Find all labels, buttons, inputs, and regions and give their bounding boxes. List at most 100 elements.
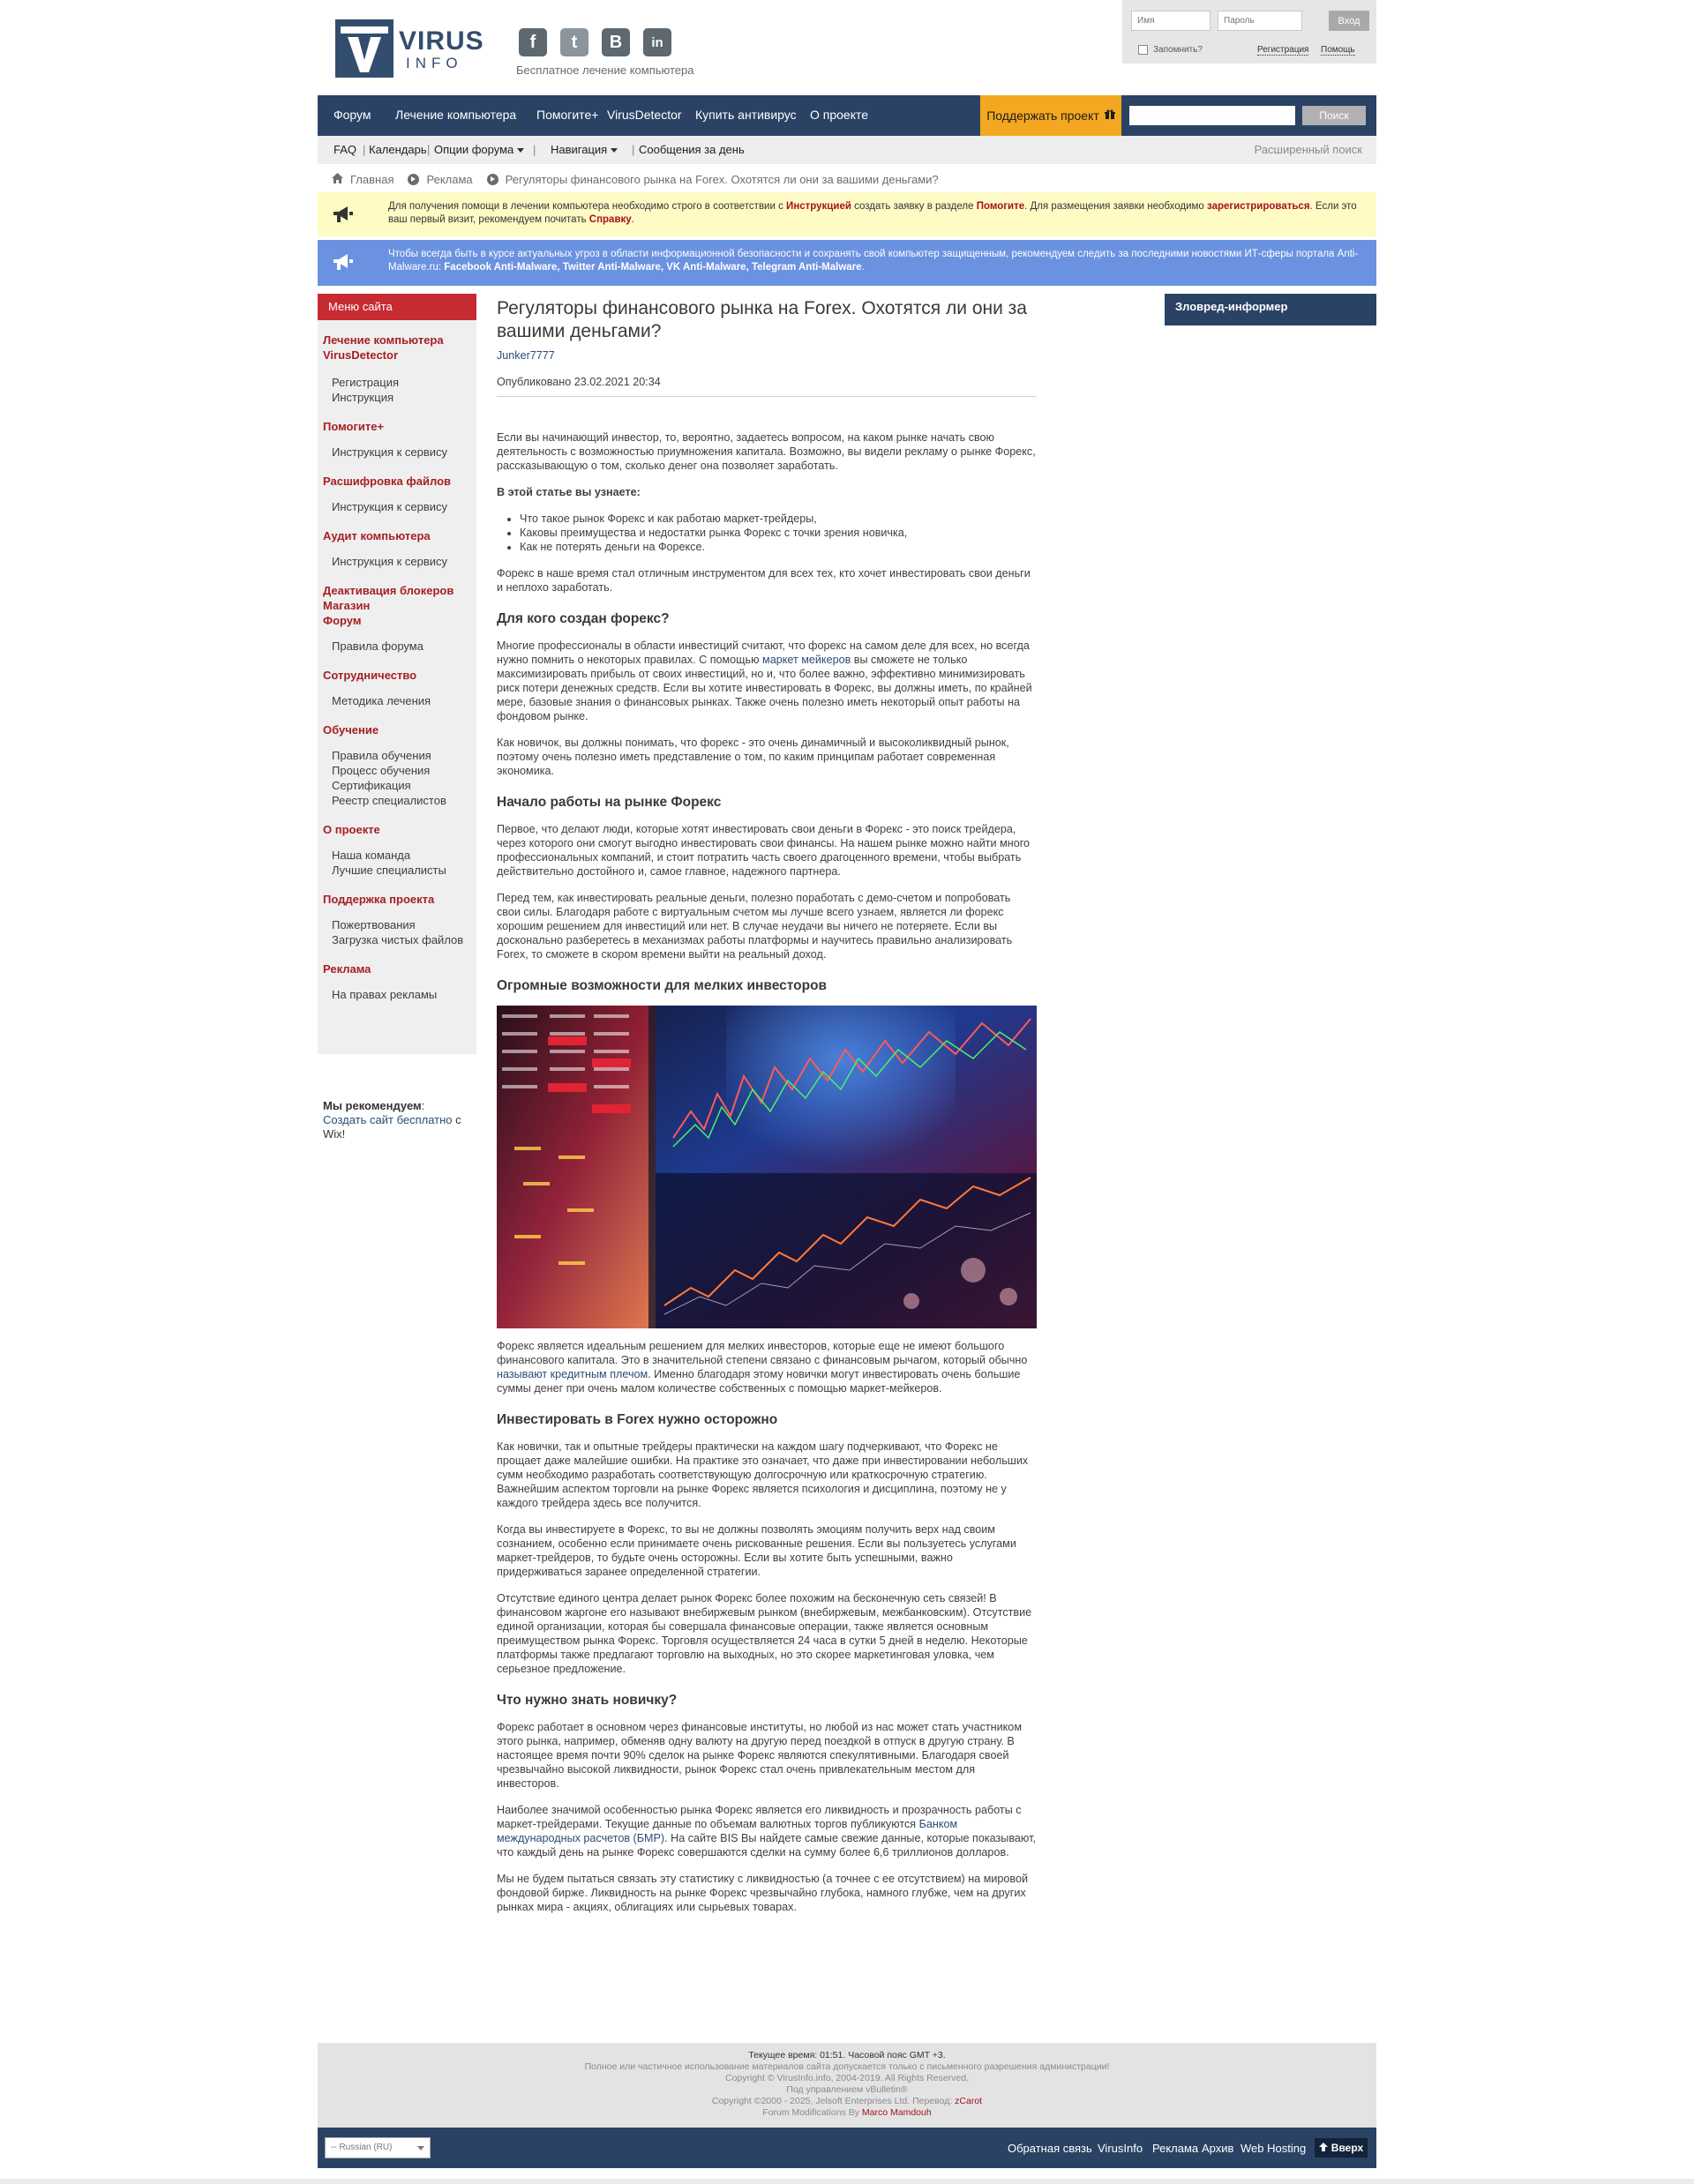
search-button[interactable]: Поиск bbox=[1302, 106, 1366, 125]
sidebar-sub-service-instruction[interactable]: Инструкция к сервису bbox=[318, 445, 476, 460]
footer-link-feedback[interactable]: Обратная связь bbox=[1008, 2142, 1092, 2155]
leverage-link[interactable]: называют кредитным плечом bbox=[497, 1368, 648, 1380]
footer-copyright-notice: Полное или частичное использование матер… bbox=[584, 2061, 1110, 2072]
article-date: Опубликовано 23.02.2021 20:34 bbox=[497, 375, 1037, 397]
nav-treatment[interactable]: Лечение компьютера bbox=[395, 108, 516, 122]
blogger-icon[interactable]: B bbox=[602, 28, 630, 56]
sidebar-item-support[interactable]: Поддержка проекта bbox=[318, 888, 476, 907]
password-input[interactable] bbox=[1218, 11, 1302, 31]
sidebar-sub-donations[interactable]: Пожертвования bbox=[318, 917, 476, 932]
help-section-link[interactable]: Помогите bbox=[977, 201, 1024, 212]
sidebar-sub-training-rules[interactable]: Правила обучения bbox=[318, 748, 476, 763]
register-link[interactable]: Регистрация bbox=[1257, 45, 1309, 56]
subnav-todays-posts[interactable]: Сообщения за день bbox=[639, 143, 745, 156]
subnav-forum-options[interactable]: Опции форума bbox=[434, 143, 525, 156]
anti-malware-links[interactable]: Facebook Anti-Malware, Twitter Anti-Malw… bbox=[444, 262, 861, 273]
sidebar-sub-clean-files[interactable]: Загрузка чистых файлов bbox=[318, 932, 476, 947]
breadcrumb-advertising[interactable]: Реклама bbox=[426, 173, 472, 186]
instruction-link[interactable]: Инструкцией bbox=[786, 201, 851, 212]
modifications-author-link[interactable]: Marco Mamdouh bbox=[862, 2107, 932, 2118]
nav-about[interactable]: О проекте bbox=[810, 108, 868, 122]
list-item: Каковы преимущества и недостатки рынка Ф… bbox=[520, 526, 1037, 540]
sidebar-item-shop[interactable]: Магазин bbox=[318, 598, 476, 613]
sidebar-sub-service-instruction[interactable]: Инструкция к сервису bbox=[318, 554, 476, 569]
footer-powered-by: Под управлением vBulletin® bbox=[786, 2084, 908, 2095]
forex-chart-image bbox=[497, 1006, 1037, 1328]
footer-current-time: Текущее время: 01:51. Часовой пояс GMT +… bbox=[748, 2050, 946, 2061]
sidebar-sub-specialist-registry[interactable]: Реестр специалистов bbox=[318, 793, 476, 808]
register-link-notice[interactable]: зарегистрироваться bbox=[1207, 201, 1310, 212]
article-learn-heading: В этой статье вы узнаете: bbox=[497, 486, 641, 498]
breadcrumb-home[interactable]: Главная bbox=[350, 173, 394, 186]
article-paragraph: Когда вы инвестируете в Форекс, то вы не… bbox=[497, 1523, 1016, 1578]
remember-checkbox[interactable] bbox=[1138, 45, 1148, 55]
market-makers-link[interactable]: маркет мейкеров bbox=[762, 654, 851, 666]
support-project-button[interactable]: Поддержать проект bbox=[980, 95, 1121, 136]
login-button[interactable]: Вход bbox=[1329, 11, 1369, 31]
advanced-search-link[interactable]: Расширенный поиск bbox=[1255, 143, 1362, 156]
malware-informer-title: Зловред-информер bbox=[1165, 294, 1376, 325]
search-input[interactable] bbox=[1129, 106, 1295, 125]
username-input[interactable] bbox=[1131, 11, 1211, 31]
breadcrumb-current: Регуляторы финансового рынка на Forex. О… bbox=[505, 173, 939, 186]
footer-link-archive[interactable]: Архив bbox=[1202, 2142, 1233, 2155]
nav-buy-antivirus[interactable]: Купить антивирус bbox=[695, 108, 797, 122]
main-nav: Форум Лечение компьютера Помогите+ Virus… bbox=[318, 95, 1376, 136]
article-heading: Инвестировать в Forex нужно осторожно bbox=[497, 1412, 778, 1427]
notice-help: Для получения помощи в лечении компьютер… bbox=[318, 192, 1376, 236]
sidebar-sub-sponsored[interactable]: На правах рекламы bbox=[318, 987, 476, 1002]
linkedin-icon[interactable]: in bbox=[643, 28, 671, 56]
nav-help[interactable]: Помогите+ bbox=[536, 108, 598, 122]
sidebar-item-training[interactable]: Обучение bbox=[318, 719, 476, 737]
sidebar-item-cooperation[interactable]: Сотрудничество bbox=[318, 664, 476, 683]
sidebar-sub-best-specialists[interactable]: Лучшие специалисты bbox=[318, 863, 476, 878]
footer-modifications: Forum Modifications By Marco Mamdouh bbox=[762, 2107, 932, 2118]
article-heading: Для кого создан форекс? bbox=[497, 611, 670, 626]
wix-link[interactable]: Создать сайт бесплатно bbox=[323, 1113, 453, 1126]
faq-link[interactable]: Справку bbox=[589, 214, 632, 225]
subnav-calendar[interactable]: Календарь bbox=[369, 143, 427, 156]
article-heading: Начало работы на рынке Форекс bbox=[497, 795, 722, 810]
footer-link-virusinfo[interactable]: VirusInfo bbox=[1098, 2142, 1143, 2155]
sidebar-item-forum[interactable]: Форум bbox=[318, 613, 476, 628]
remember-me[interactable]: Запомнить? bbox=[1138, 45, 1203, 55]
article-title: Регуляторы финансового рынка на Forex. О… bbox=[497, 298, 1027, 341]
sidebar-item-audit[interactable]: Аудит компьютера bbox=[318, 525, 476, 543]
chevron-down-icon bbox=[417, 2146, 424, 2150]
language-select[interactable]: -- Russian (RU) bbox=[325, 2137, 431, 2158]
sidebar-item-advertising[interactable]: Реклама bbox=[318, 958, 476, 976]
sidebar-sub-team[interactable]: Наша команда bbox=[318, 848, 476, 863]
sidebar-sub-certification[interactable]: Сертификация bbox=[318, 778, 476, 793]
article-paragraph: Как новички, так и опытные трейдеры прак… bbox=[497, 1440, 1029, 1509]
sidebar-item-blocker-removal[interactable]: Деактивация блокеров bbox=[318, 580, 476, 598]
caret-down-icon bbox=[517, 148, 525, 153]
help-link[interactable]: Помощь bbox=[1321, 45, 1355, 56]
sidebar-sub-treatment-method[interactable]: Методика лечения bbox=[318, 693, 476, 708]
nav-forum[interactable]: Форум bbox=[334, 108, 371, 122]
footer-link-web-hosting[interactable]: Web Hosting bbox=[1241, 2142, 1306, 2155]
sidebar-sub-registration[interactable]: Регистрация bbox=[318, 375, 476, 390]
sidebar-item-decryption[interactable]: Расшифровка файлов bbox=[318, 470, 476, 489]
sidebar-item-treatment[interactable]: Лечение компьютера bbox=[318, 329, 476, 348]
sidebar-sub-training-process[interactable]: Процесс обучения bbox=[318, 763, 476, 778]
sidebar-sub-instruction[interactable]: Инструкция bbox=[318, 390, 476, 405]
footer-link-advertising[interactable]: Реклама bbox=[1152, 2142, 1198, 2155]
subnav-faq[interactable]: FAQ bbox=[334, 143, 356, 156]
sidebar-item-virusdetector[interactable]: VirusDetector bbox=[318, 348, 476, 363]
back-to-top-button[interactable]: Вверх bbox=[1315, 2138, 1368, 2158]
sidebar-sub-service-instruction[interactable]: Инструкция к сервису bbox=[318, 499, 476, 514]
translator-link[interactable]: zCarot bbox=[955, 2096, 982, 2106]
article-paragraph: Перед тем, как инвестировать реальные де… bbox=[497, 892, 1013, 961]
recommend-block: Мы рекомендуем: Создать сайт бесплатно с… bbox=[323, 1099, 461, 1141]
facebook-icon[interactable]: f bbox=[519, 28, 547, 56]
subnav-navigation[interactable]: Навигация bbox=[551, 143, 618, 156]
home-icon bbox=[332, 173, 343, 186]
sidebar-sub-forum-rules[interactable]: Правила форума bbox=[318, 639, 476, 654]
site-logo[interactable]: VIRUS INFO bbox=[335, 19, 483, 78]
sidebar-item-help[interactable]: Помогите+ bbox=[318, 415, 476, 434]
twitter-icon[interactable]: t bbox=[560, 28, 588, 56]
article-author[interactable]: Junker7777 bbox=[497, 348, 1037, 363]
nav-virusdetector[interactable]: VirusDetector bbox=[607, 108, 682, 122]
sidebar-item-about[interactable]: О проекте bbox=[318, 819, 476, 837]
left-sidebar: Меню сайта Лечение компьютера VirusDetec… bbox=[318, 294, 476, 1054]
